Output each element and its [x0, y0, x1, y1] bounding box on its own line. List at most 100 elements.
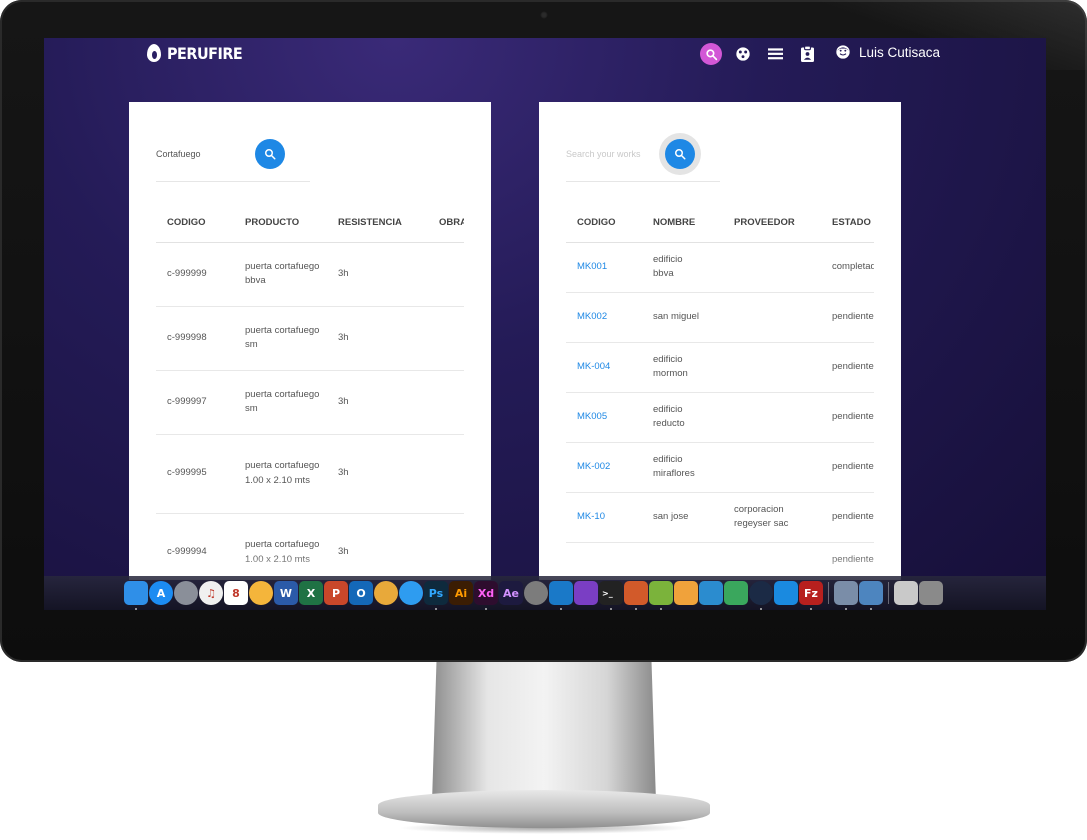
chrome-icon[interactable] — [374, 581, 398, 605]
running-indicator — [560, 608, 562, 610]
screen: PERUFIRE Luis Cutisaca Cortafuego CODIGO… — [44, 38, 1046, 610]
running-indicator — [810, 608, 812, 610]
monitor-base — [378, 790, 710, 828]
table-row[interactable]: MK001 edificio bbva completado — [566, 242, 874, 293]
rocket-icon[interactable] — [724, 581, 748, 605]
works-search-button[interactable] — [665, 139, 695, 169]
product-resistance: 3h — [327, 370, 428, 435]
user-menu[interactable]: Luis Cutisaca — [835, 44, 940, 60]
product-work — [428, 434, 464, 514]
filezilla-icon[interactable]: Fz — [799, 581, 823, 610]
column-header[interactable]: CODIGO — [156, 204, 234, 243]
work-name: san miguel — [642, 292, 723, 343]
work-code-link[interactable]: MK002 — [566, 292, 642, 343]
menu-icon[interactable] — [764, 43, 786, 65]
finder-icon[interactable] — [124, 581, 148, 610]
word-icon[interactable]: W — [274, 581, 298, 605]
elephant-icon[interactable] — [699, 581, 723, 605]
photoshop-icon[interactable]: Ps — [424, 581, 448, 610]
work-code-link[interactable]: MK001 — [566, 242, 642, 293]
table-header-row: CODIGO PRODUCTO RESISTENCIA OBRA — [156, 204, 464, 243]
powerpoint-icon[interactable]: P — [324, 581, 348, 605]
work-code-link[interactable]: MK005 — [566, 392, 642, 443]
table-header-row: CODIGO NOMBRE PROVEEDOR ESTADO — [566, 204, 874, 243]
work-status: pendiente — [821, 392, 874, 443]
product-name: puerta cortafuego sm — [234, 370, 327, 435]
clipboard-icon[interactable] — [796, 43, 818, 65]
work-supplier — [723, 292, 821, 343]
photo-viewer-icon[interactable] — [859, 581, 883, 610]
product-search — [156, 138, 310, 182]
launchpad-icon[interactable] — [174, 581, 198, 605]
running-indicator — [610, 608, 612, 610]
work-status: pendiente — [821, 342, 874, 393]
outlook-icon[interactable]: O — [349, 581, 373, 605]
documents-icon[interactable] — [894, 581, 918, 605]
table-row[interactable]: MK-002 edificio miraflores pendiente — [566, 442, 874, 493]
safari-icon[interactable] — [399, 581, 423, 605]
work-code-link[interactable]: MK-002 — [566, 442, 642, 493]
brand-logo[interactable]: PERUFIRE — [145, 43, 243, 63]
xd-icon[interactable]: Xd — [474, 581, 498, 610]
sequel-icon[interactable] — [674, 581, 698, 605]
running-indicator — [660, 608, 662, 610]
work-supplier — [723, 342, 821, 393]
product-search-button[interactable] — [255, 139, 285, 169]
product-name: puerta cortafuego bbva — [234, 242, 327, 307]
table-row[interactable]: MK002 san miguel pendiente — [566, 292, 874, 343]
running-indicator — [635, 608, 637, 610]
steam-icon[interactable] — [749, 581, 773, 610]
photos-icon[interactable] — [249, 581, 273, 605]
preview-icon[interactable] — [834, 581, 858, 610]
column-header[interactable]: CODIGO — [566, 204, 642, 243]
column-header[interactable]: PRODUCTO — [234, 204, 327, 243]
work-status: completado — [821, 242, 874, 293]
work-name: edificio miraflores — [642, 442, 723, 493]
app-store-icon[interactable]: A — [149, 581, 173, 605]
table-row[interactable]: c-999998 puerta cortafuego sm 3h — [156, 306, 464, 371]
itunes-icon[interactable]: ♫ — [199, 581, 223, 605]
system-preferences-icon[interactable] — [524, 581, 548, 605]
column-header[interactable]: PROVEEDOR — [723, 204, 821, 243]
work-code-link[interactable]: MK-10 — [566, 492, 642, 543]
work-name: edificio reducto — [642, 392, 723, 443]
column-header[interactable]: ESTADO — [821, 204, 874, 243]
archive-icon[interactable] — [624, 581, 648, 610]
terminal-icon[interactable]: >_ — [599, 581, 623, 610]
search-icon — [675, 149, 686, 160]
works-search-input[interactable] — [566, 149, 658, 159]
table-row[interactable]: c-999995 puerta cortafuego 1.00 x 2.10 m… — [156, 434, 464, 514]
running-indicator — [135, 608, 137, 610]
product-name: puerta cortafuego sm — [234, 306, 327, 371]
table-row[interactable]: c-999997 puerta cortafuego sm 3h — [156, 370, 464, 435]
vscode-icon[interactable] — [549, 581, 573, 610]
work-supplier: corporacion regeyser sac — [723, 492, 821, 543]
excel-icon[interactable]: X — [299, 581, 323, 605]
product-work — [428, 370, 464, 435]
search-icon[interactable] — [700, 43, 722, 65]
products-panel: CODIGO PRODUCTO RESISTENCIA OBRA c-99999… — [129, 102, 491, 580]
calendar-icon[interactable]: 8 — [224, 581, 248, 605]
chameleon-icon[interactable] — [649, 581, 673, 610]
work-code-link[interactable]: MK-004 — [566, 342, 642, 393]
top-navbar: PERUFIRE Luis Cutisaca — [44, 38, 1046, 74]
table-row[interactable]: c-999999 puerta cortafuego bbva 3h — [156, 242, 464, 307]
drop-logo-icon — [145, 43, 163, 63]
illustrator-icon[interactable]: Ai — [449, 581, 473, 605]
dock: A ♫ 8 W X P O Ps Ai Xd Ae >_ Fz — [122, 578, 945, 610]
work-supplier — [723, 442, 821, 493]
vscode-blue-icon[interactable] — [774, 581, 798, 605]
table-row[interactable]: MK-10 san jose corporacion regeyser sac … — [566, 492, 874, 543]
column-header[interactable]: OBRA — [428, 204, 464, 243]
trash-icon[interactable] — [919, 581, 943, 605]
visual-studio-icon[interactable] — [574, 581, 598, 605]
product-resistance: 3h — [327, 434, 428, 514]
table-row[interactable]: MK-004 edificio mormon pendiente — [566, 342, 874, 393]
dashboard-icon[interactable] — [732, 43, 754, 65]
table-row[interactable]: MK005 edificio reducto pendiente — [566, 392, 874, 443]
product-search-input[interactable] — [156, 149, 248, 159]
after-effects-icon[interactable]: Ae — [499, 581, 523, 605]
column-header[interactable]: RESISTENCIA — [327, 204, 428, 243]
works-search — [566, 138, 720, 182]
column-header[interactable]: NOMBRE — [642, 204, 723, 243]
